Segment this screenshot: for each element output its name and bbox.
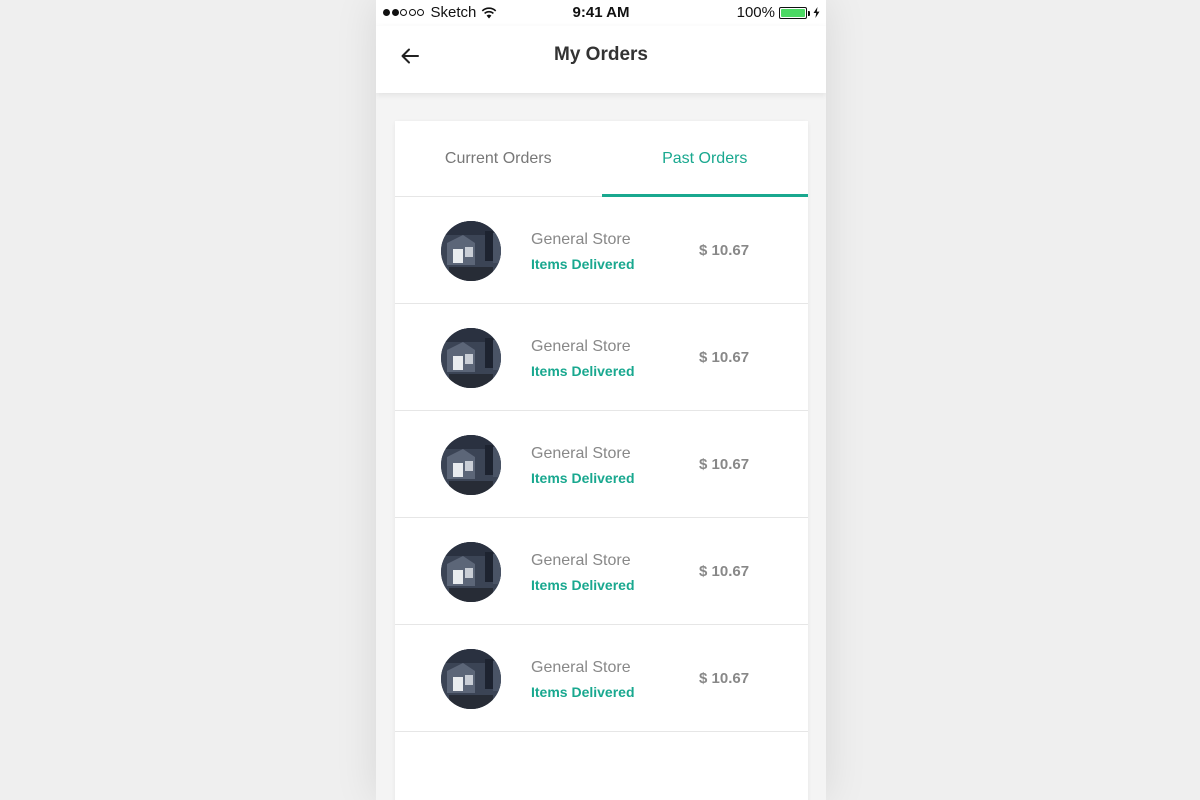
store-avatar	[441, 221, 501, 281]
store-name: General Store	[531, 445, 631, 462]
order-price: $ 10.67	[699, 563, 750, 580]
store-name: General Store	[531, 552, 631, 569]
store-image-icon	[441, 221, 501, 281]
order-status: Items Delivered	[531, 470, 635, 486]
store-name: General Store	[531, 338, 631, 355]
store-name: General Store	[531, 231, 631, 248]
store-avatar	[441, 435, 501, 495]
battery-icon	[779, 6, 810, 19]
battery-percentage: 100%	[736, 4, 775, 21]
store-avatar	[441, 649, 501, 709]
store-name: General Store	[531, 659, 631, 676]
store-image-icon	[441, 435, 501, 495]
phone-screen: Sketch 9:41 AM 100% My Orders Current Or…	[376, 0, 826, 800]
order-price: $ 10.67	[699, 670, 750, 687]
order-status: Items Delivered	[531, 363, 635, 379]
store-image-icon	[441, 649, 501, 709]
orders-list: General Store Items Delivered $ 10.67 Ge…	[395, 197, 808, 732]
charging-bolt-icon	[813, 7, 820, 18]
order-row[interactable]: General Store Items Delivered $ 10.67	[395, 518, 808, 625]
order-row[interactable]: General Store Items Delivered $ 10.67	[395, 625, 808, 732]
order-status: Items Delivered	[531, 684, 635, 700]
order-status: Items Delivered	[531, 256, 635, 272]
store-image-icon	[441, 328, 501, 388]
order-row[interactable]: General Store Items Delivered $ 10.67	[395, 304, 808, 411]
navigation-bar: My Orders	[376, 26, 826, 93]
status-bar: Sketch 9:41 AM 100%	[376, 0, 826, 26]
order-price: $ 10.67	[699, 456, 750, 473]
order-row[interactable]: General Store Items Delivered $ 10.67	[395, 197, 808, 304]
order-price: $ 10.67	[699, 242, 750, 259]
store-avatar	[441, 542, 501, 602]
order-row[interactable]: General Store Items Delivered $ 10.67	[395, 411, 808, 518]
status-right: 100%	[737, 4, 820, 21]
tab-past-orders[interactable]: Past Orders	[601, 121, 809, 197]
store-avatar	[441, 328, 501, 388]
orders-card: Current Orders Past Orders General Store…	[395, 121, 808, 800]
page-title: My Orders	[554, 44, 648, 65]
tab-current-orders[interactable]: Current Orders	[395, 121, 602, 196]
battery-level	[781, 8, 805, 17]
order-price: $ 10.67	[699, 349, 750, 366]
order-status: Items Delivered	[531, 577, 635, 593]
order-tabs: Current Orders Past Orders	[395, 121, 808, 197]
store-image-icon	[441, 542, 501, 602]
